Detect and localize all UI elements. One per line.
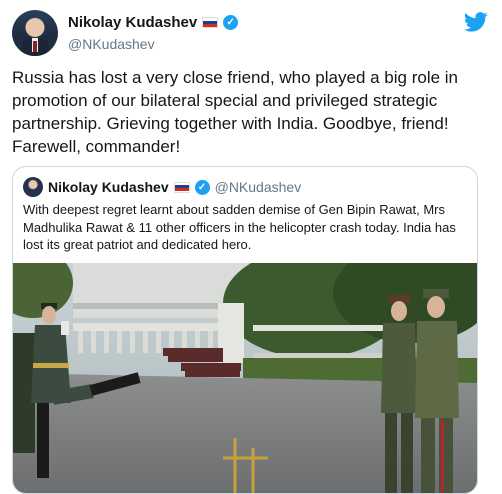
quoted-tweet-header: Nikolay Kudashev ✓ @NKudashev: [23, 177, 301, 197]
tweet-text: Russia has lost a very close friend, who…: [12, 68, 459, 156]
quoted-author-name: Nikolay Kudashev: [48, 179, 169, 195]
tweet-card: Nikolay Kudashev ✓ @NKudashev Russia has…: [0, 0, 502, 494]
author-handle[interactable]: @NKudashev: [68, 36, 155, 52]
twitter-bird-icon[interactable]: [464, 12, 488, 32]
ceremony-photo[interactable]: [13, 263, 477, 493]
verified-badge-icon: ✓: [194, 179, 210, 195]
verified-badge-icon: ✓: [223, 15, 239, 30]
avatar[interactable]: [12, 10, 58, 56]
russia-flag-icon: [173, 181, 190, 193]
author-name-row: Nikolay Kudashev ✓: [68, 14, 239, 31]
russia-flag-icon: [202, 17, 219, 28]
author-name[interactable]: Nikolay Kudashev: [68, 14, 197, 31]
tweet-header: Nikolay Kudashev ✓ @NKudashev: [12, 10, 492, 58]
quoted-author-handle: @NKudashev: [214, 179, 302, 195]
quoted-tweet-text: With deepest regret learnt about sadden …: [23, 202, 456, 252]
quoted-tweet[interactable]: Nikolay Kudashev ✓ @NKudashev With deepe…: [12, 166, 478, 494]
quoted-avatar: [23, 177, 43, 197]
